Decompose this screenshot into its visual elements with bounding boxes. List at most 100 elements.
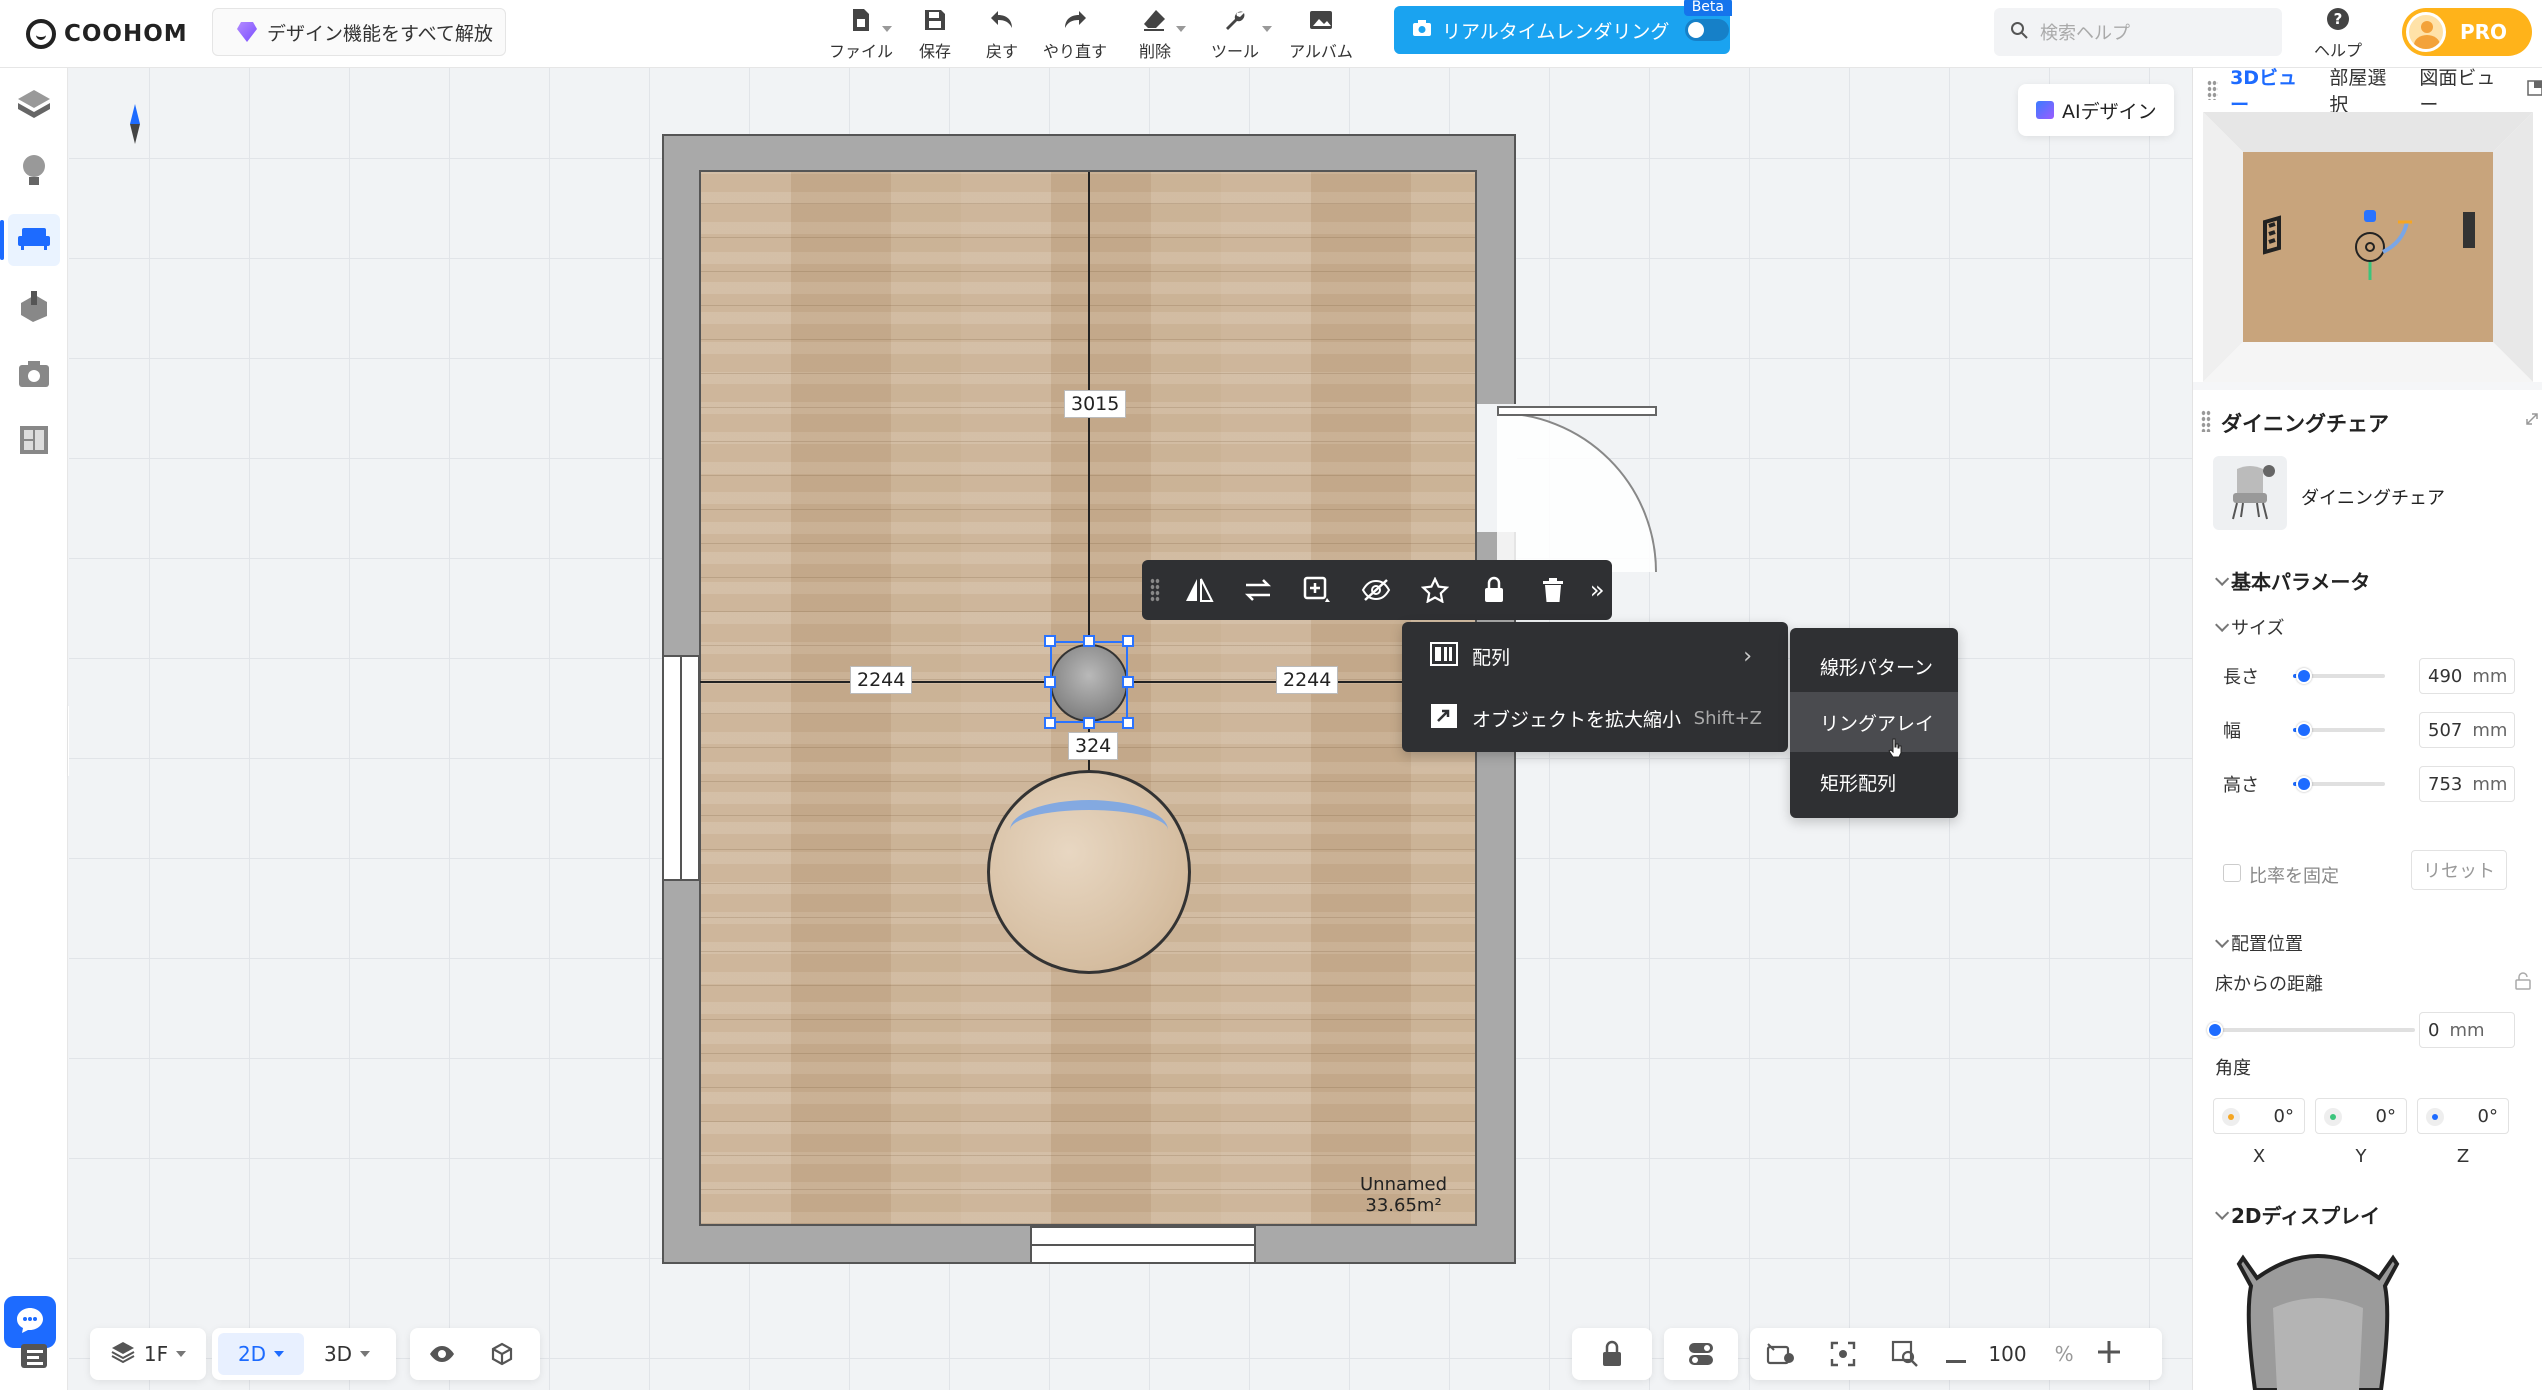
delete-button[interactable] [1524,560,1583,620]
submenu-item-rectangular-array[interactable]: 矩形配列 [1790,752,1958,812]
realtime-rendering-button[interactable]: リアルタイムレンダリング Beta [1394,0,1732,54]
mirror-button[interactable] [1170,560,1229,620]
window-bottom[interactable] [1030,1226,1256,1264]
resize-handle[interactable] [1044,635,1056,647]
layers-panel-button[interactable] [8,1332,60,1384]
zoom-area-button[interactable] [1874,1328,1936,1380]
sidebar-item-build[interactable] [8,80,60,132]
dimension-label-right[interactable]: 2244 [1276,666,1339,694]
sidebar-item-floorplan[interactable] [8,416,60,468]
angle-z-input[interactable]: 0° [2417,1098,2509,1134]
dimension-label-below[interactable]: 324 [1068,732,1119,760]
slider-knob[interactable] [2296,668,2313,684]
delete-menu-button[interactable]: 削除 [1118,0,1192,68]
replace-button[interactable] [1229,560,1288,620]
tab-plan-view[interactable]: 図面ビュー [2419,63,2507,117]
sidebar-item-render[interactable] [8,350,60,402]
box-view-button[interactable] [474,1328,530,1380]
floor-selector[interactable]: 1F [90,1328,206,1380]
lock-all-button[interactable] [1572,1328,1652,1380]
sidebar-item-lighting[interactable] [8,146,60,198]
rendering-toggle[interactable] [1685,19,1730,41]
mode-3d-button[interactable]: 3D [304,1328,390,1380]
resize-handle[interactable] [1044,717,1056,729]
undo-button[interactable]: 戻す [972,0,1032,68]
slider-knob[interactable] [2207,1022,2223,1038]
size-width-slider[interactable] [2293,722,2385,738]
resize-handle[interactable] [1083,717,1095,729]
angle-y-input[interactable]: 0° [2315,1098,2407,1134]
popout-icon[interactable] [2527,79,2542,101]
drag-handle[interactable] [2201,410,2211,432]
unlock-features-button[interactable]: デザイン機能をすべて解放 [212,8,506,56]
size-length-slider[interactable] [2293,668,2385,684]
toggles-icon [1689,1343,1713,1365]
search-help-input[interactable]: 検索ヘルプ [1994,8,2282,56]
3d-preview[interactable] [2193,112,2542,382]
more-options-button[interactable]: » [1583,560,1612,620]
chevron-right-icon: › [1743,643,1752,669]
drag-handle[interactable] [1150,578,1160,602]
zoom-in-button[interactable] [2086,1328,2132,1380]
sidebar-item-materials[interactable] [8,282,60,334]
zoom-input[interactable]: 100 % [1976,1328,2086,1380]
floor-distance-slider[interactable] [2207,1022,2415,1038]
resize-handle[interactable] [1083,635,1095,647]
submenu-item-ring-array[interactable]: リングアレイ [1790,692,1958,752]
menu-item-array[interactable]: 配列 › [1402,626,1788,686]
section-placement[interactable]: 配置位置 [2215,930,2303,956]
logo[interactable]: COOHOM [26,14,188,54]
unlock-icon[interactable] [2515,972,2531,995]
tab-3d-view[interactable]: 3Dビュー [2230,63,2309,117]
object-thumbnail[interactable] [2213,456,2287,530]
size-width-input[interactable]: 507 mm [2419,712,2515,748]
help-button[interactable]: ? ヘルプ [2300,4,2376,64]
room-label[interactable]: Unnamed 33.65m² [1360,1174,1447,1216]
resize-handle[interactable] [1122,635,1134,647]
settings-toggle-button[interactable] [1664,1328,1738,1380]
duplicate-button[interactable] [1288,560,1347,620]
save-button[interactable]: 保存 [898,0,972,68]
compass-icon[interactable] [130,104,140,144]
door[interactable] [1497,406,1657,416]
submenu-item-linear-pattern[interactable]: 線形パターン [1790,636,1958,696]
lock-ratio-checkbox[interactable] [2223,864,2241,882]
slider-knob[interactable] [2296,722,2313,738]
angle-x-input[interactable]: 0° [2213,1098,2305,1134]
redo-button[interactable]: やり直す [1032,0,1118,68]
size-height-input[interactable]: 753 mm [2419,766,2515,802]
album-button[interactable]: アルバム [1278,0,1364,68]
resize-handle[interactable] [1122,676,1134,688]
size-height-slider[interactable] [2293,776,2385,792]
dimension-label-vertical[interactable]: 3015 [1064,390,1127,418]
tab-room-select[interactable]: 部屋選択 [2329,63,2399,117]
favorite-button[interactable] [1406,560,1465,620]
camera-settings-button[interactable] [1750,1328,1812,1380]
size-length-input[interactable]: 490 mm [2419,658,2515,694]
sidebar-item-furniture[interactable] [0,214,60,266]
file-menu-button[interactable]: ファイル [824,0,898,68]
floor-distance-input[interactable]: 0 mm [2419,1012,2515,1048]
reset-button[interactable]: リセット [2411,850,2507,890]
menu-item-scale-object[interactable]: オブジェクトを拡大縮小 Shift+Z [1402,688,1788,748]
tools-menu-button[interactable]: ツール [1192,0,1278,68]
2d-display-preview[interactable] [2233,1248,2403,1390]
section-2d-display[interactable]: 2Dディスプレイ [2215,1200,2380,1229]
slider-knob[interactable] [2296,776,2313,792]
fit-view-button[interactable] [1812,1328,1874,1380]
lock-button[interactable] [1465,560,1524,620]
ai-design-button[interactable]: AIデザイン [2018,84,2174,136]
visibility-button[interactable] [410,1328,474,1380]
section-size[interactable]: サイズ [2215,614,2284,640]
resize-handle[interactable] [1044,676,1056,688]
pro-account-button[interactable]: PRO [2402,8,2532,56]
drag-handle[interactable] [2207,80,2219,100]
expand-icon[interactable] [2525,410,2539,431]
resize-handle[interactable] [1122,717,1134,729]
zoom-out-button[interactable] [1936,1328,1976,1380]
dimension-label-left[interactable]: 2244 [850,666,913,694]
section-basic-params[interactable]: 基本パラメータ [2215,566,2370,595]
window-left[interactable] [662,655,700,881]
hide-button[interactable] [1347,560,1406,620]
mode-2d-button[interactable]: 2D [218,1333,304,1375]
